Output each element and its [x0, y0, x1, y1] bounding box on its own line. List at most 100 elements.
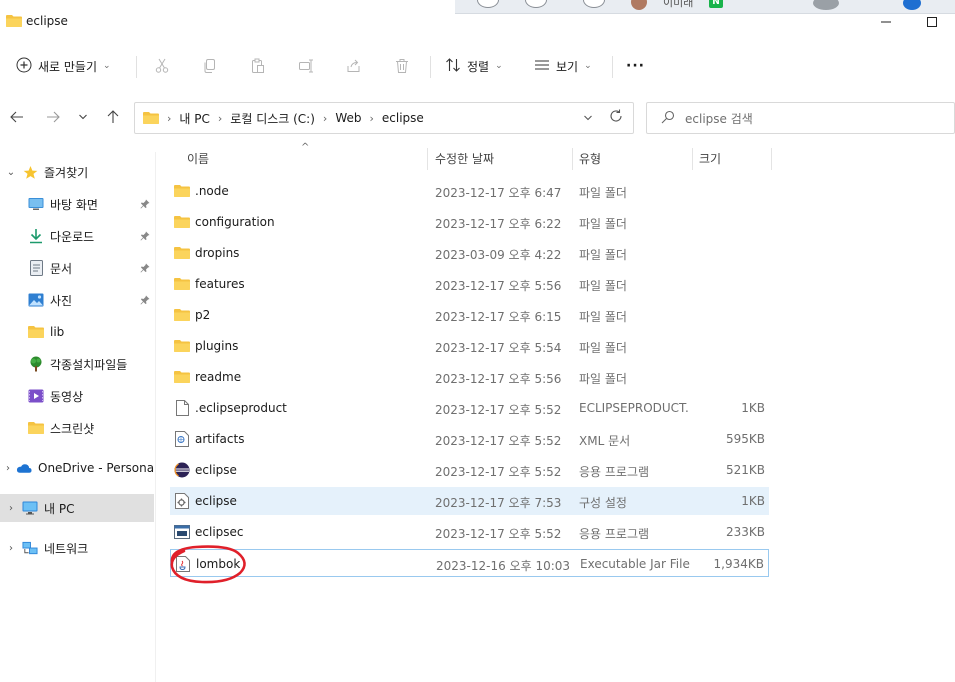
minimize-button[interactable]: [874, 10, 898, 34]
breadcrumb-my-pc[interactable]: 내 PC: [179, 110, 209, 127]
address-bar[interactable]: › 내 PC › 로컬 디스크 (C:) › Web › eclipse: [134, 102, 634, 134]
column-divider[interactable]: [692, 148, 693, 170]
folder-icon: [6, 14, 22, 31]
file-name: configuration: [195, 215, 275, 229]
breadcrumb-separator-icon: ›: [217, 111, 223, 125]
file-size: 1,934KB: [713, 557, 764, 571]
column-header-type[interactable]: 유형: [579, 150, 601, 167]
file-name: p2: [195, 308, 211, 322]
navigation-pane: ⌄ 즐겨찾기 바탕 화면 다운로드 문서 사진 lib 각종설치파일들 동영상 …: [0, 152, 156, 682]
recent-locations-button[interactable]: [72, 106, 94, 128]
up-button[interactable]: [102, 106, 124, 128]
file-modified: 2023-12-17 오후 5:56: [435, 372, 562, 386]
file-type: 파일 폴더: [579, 341, 627, 355]
file-modified: 2023-12-17 오후 6:47: [435, 186, 562, 200]
folder-icon: [174, 276, 190, 292]
refresh-button[interactable]: [609, 109, 623, 127]
address-history-button[interactable]: [583, 111, 593, 124]
column-header-modified[interactable]: 수정한 날짜: [435, 150, 494, 167]
column-divider[interactable]: [771, 148, 772, 170]
command-bar: 새로 만들기 ⌄ 정렬 ⌄ 보기 ⌄ ···: [0, 44, 955, 88]
column-header-name[interactable]: 이름: [187, 150, 209, 167]
desktop-icon: [28, 196, 44, 212]
console-app-icon: [174, 524, 190, 540]
sidebar-item-downloads[interactable]: 다운로드: [0, 222, 154, 250]
file-row[interactable]: .eclipseproduct 2023-12-17 오후 5:52 ECLIP…: [170, 394, 769, 422]
paste-icon[interactable]: [248, 56, 268, 76]
chevron-down-icon: ⌄: [495, 61, 503, 71]
file-row[interactable]: dropins 2023-03-09 오후 4:22 파일 폴더: [170, 239, 769, 267]
chevron-right-icon[interactable]: ›: [6, 543, 16, 554]
file-name: .eclipseproduct: [195, 401, 287, 415]
file-list: ^ 이름 수정한 날짜 유형 크기 .node 2023-12-17 오후 6:…: [156, 138, 955, 682]
column-divider[interactable]: [572, 148, 573, 170]
file-row[interactable]: .node 2023-12-17 오후 6:47 파일 폴더: [170, 177, 769, 205]
file-row[interactable]: features 2023-12-17 오후 5:56 파일 폴더: [170, 270, 769, 298]
file-name: lombok: [196, 557, 241, 571]
file-row[interactable]: eclipsec 2023-12-17 오후 5:52 응용 프로그램 233K…: [170, 518, 769, 546]
file-row-selected[interactable]: eclipse 2023-12-17 오후 7:53 구성 설정 1KB: [170, 487, 769, 515]
background-user-name: 이미래: [663, 0, 694, 9]
more-options-button[interactable]: ···: [626, 52, 645, 80]
file-row[interactable]: p2 2023-12-17 오후 6:15 파일 폴더: [170, 301, 769, 329]
file-type: 파일 폴더: [579, 310, 627, 324]
sidebar-item-lib[interactable]: lib: [0, 318, 154, 346]
rename-icon[interactable]: [296, 56, 316, 76]
chevron-right-icon[interactable]: ›: [6, 503, 16, 514]
view-list-icon: [534, 57, 550, 76]
file-modified: 2023-12-17 오후 5:52: [435, 434, 562, 448]
file-row[interactable]: readme 2023-12-17 오후 5:56 파일 폴더: [170, 363, 769, 391]
back-button[interactable]: [6, 106, 28, 128]
pin-icon: [140, 262, 150, 276]
file-row[interactable]: artifacts 2023-12-17 오후 5:52 XML 문서 595K…: [170, 425, 769, 453]
forward-button[interactable]: [42, 106, 64, 128]
file-row-focused[interactable]: lombok 2023-12-16 오후 10:03 Executable Ja…: [170, 549, 769, 577]
cloud-icon: [16, 460, 32, 476]
xml-file-icon: [174, 431, 190, 447]
toolbar-divider: [430, 56, 431, 78]
chevron-right-icon[interactable]: ›: [6, 463, 10, 474]
sidebar-item-screenshots[interactable]: 스크린샷: [0, 414, 154, 442]
file-row[interactable]: eclipse 2023-12-17 오후 5:52 응용 프로그램 521KB: [170, 456, 769, 484]
column-divider[interactable]: [427, 148, 428, 170]
file-row[interactable]: plugins 2023-12-17 오후 5:54 파일 폴더: [170, 332, 769, 360]
video-icon: [28, 388, 44, 404]
sidebar-item-desktop[interactable]: 바탕 화면: [0, 190, 154, 218]
search-input[interactable]: eclipse 검색: [646, 102, 955, 134]
file-modified: 2023-03-09 오후 4:22: [435, 248, 562, 262]
toolbar-divider: [612, 56, 613, 78]
maximize-button[interactable]: [920, 10, 944, 34]
toolbar-divider: [136, 56, 137, 78]
sidebar-item-my-pc[interactable]: › 내 PC: [0, 494, 154, 522]
view-button[interactable]: 보기 ⌄: [534, 52, 592, 80]
sidebar-item-pictures[interactable]: 사진: [0, 286, 154, 314]
sidebar-item-onedrive[interactable]: › OneDrive - Persona: [0, 454, 154, 482]
sidebar-item-label: 다운로드: [50, 229, 95, 244]
sidebar-item-documents[interactable]: 문서: [0, 254, 154, 282]
breadcrumb-web[interactable]: Web: [335, 111, 361, 125]
folder-icon: [143, 111, 159, 125]
chevron-down-icon[interactable]: ⌄: [6, 167, 16, 178]
sidebar-item-label: 동영상: [50, 389, 84, 404]
breadcrumb-local-disk[interactable]: 로컬 디스크 (C:): [230, 110, 315, 127]
sort-button[interactable]: 정렬 ⌄: [445, 52, 503, 80]
sidebar-item-installers[interactable]: 각종설치파일들: [0, 350, 154, 378]
sidebar-item-videos[interactable]: 동영상: [0, 382, 154, 410]
file-modified: 2023-12-17 오후 7:53: [435, 496, 562, 510]
file-row[interactable]: configuration 2023-12-17 오후 6:22 파일 폴더: [170, 208, 769, 236]
sidebar-item-network[interactable]: › 네트워크: [0, 534, 154, 562]
breadcrumb-eclipse[interactable]: eclipse: [382, 111, 424, 125]
share-icon[interactable]: [344, 56, 364, 76]
refresh-icon: [610, 109, 622, 122]
pictures-icon: [28, 292, 44, 308]
cut-icon[interactable]: [152, 56, 172, 76]
file-name: plugins: [195, 339, 239, 353]
column-header-size[interactable]: 크기: [699, 150, 721, 167]
sidebar-item-favorites[interactable]: ⌄ 즐겨찾기: [0, 158, 154, 186]
breadcrumb-separator-icon: ›: [322, 111, 328, 125]
background-blob-icon: [525, 0, 547, 8]
delete-icon[interactable]: [392, 56, 412, 76]
copy-icon[interactable]: [200, 56, 220, 76]
background-blue-icon: [903, 0, 921, 10]
new-button[interactable]: 새로 만들기 ⌄: [16, 52, 111, 80]
